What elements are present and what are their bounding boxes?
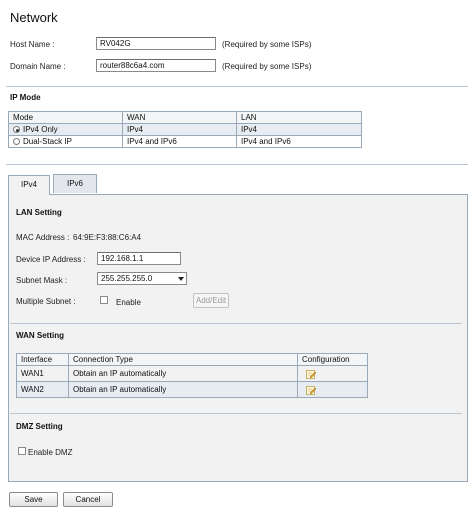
multiple-subnet-checkbox[interactable] bbox=[100, 296, 108, 304]
host-name-input[interactable]: RV042G bbox=[96, 37, 216, 50]
radio-ipv4-only[interactable] bbox=[13, 126, 20, 134]
multiple-subnet-label: Multiple Subnet : bbox=[16, 297, 76, 306]
connection-type-cell: Obtain an IP automatically bbox=[68, 365, 298, 382]
ip-mode-row-dual-stack[interactable]: Dual-Stack IP IPv4 and IPv6 IPv4 and IPv… bbox=[8, 135, 362, 148]
save-button[interactable]: Save bbox=[9, 492, 58, 507]
cancel-button[interactable]: Cancel bbox=[63, 492, 113, 507]
tab-ipv6[interactable]: IPv6 bbox=[53, 174, 97, 193]
mode-label: Dual-Stack IP bbox=[23, 137, 72, 146]
page-title: Network bbox=[10, 10, 58, 25]
wan-table: Interface Connection Type Configuration … bbox=[16, 353, 368, 398]
column-header-connection-type: Connection Type bbox=[68, 353, 298, 366]
radio-dual-stack[interactable] bbox=[13, 138, 20, 146]
mac-address-value: 64:9E:F3:88:C6:A4 bbox=[73, 233, 142, 242]
ip-mode-row-ipv4-only[interactable]: IPv4 Only IPv4 IPv4 bbox=[8, 123, 362, 136]
column-header-configuration: Configuration bbox=[297, 353, 368, 366]
mac-address-label: MAC Address : bbox=[16, 233, 70, 242]
interface-cell: WAN1 bbox=[16, 365, 69, 382]
configuration-cell[interactable] bbox=[297, 365, 368, 382]
dmz-setting-title: DMZ Setting bbox=[16, 422, 63, 431]
wan-header-row: Interface Connection Type Configuration bbox=[16, 353, 368, 366]
table-row: WAN1 Obtain an IP automatically bbox=[16, 365, 368, 382]
ip-mode-table: Mode WAN LAN IPv4 Only IPv4 IPv4 Dual-St… bbox=[8, 111, 362, 148]
edit-icon[interactable] bbox=[306, 385, 316, 395]
divider bbox=[6, 86, 468, 87]
enable-dmz-checkbox[interactable] bbox=[18, 447, 26, 455]
domain-name-hint: (Required by some ISPs) bbox=[222, 62, 312, 71]
add-edit-button[interactable]: Add/Edit bbox=[193, 293, 229, 308]
ip-mode-title: IP Mode bbox=[10, 93, 41, 102]
wan-cell: IPv4 bbox=[122, 123, 237, 136]
lan-setting-title: LAN Setting bbox=[16, 208, 62, 217]
domain-name-input[interactable]: router88c6a4.com bbox=[96, 59, 216, 72]
tab-ipv4[interactable]: IPv4 bbox=[8, 175, 50, 195]
column-header-mode: Mode bbox=[8, 111, 123, 124]
column-header-wan: WAN bbox=[122, 111, 237, 124]
wan-setting-title: WAN Setting bbox=[16, 331, 64, 340]
divider bbox=[10, 413, 462, 414]
enable-dmz-label: Enable DMZ bbox=[28, 448, 73, 457]
wan-cell: IPv4 and IPv6 bbox=[122, 135, 237, 148]
host-name-hint: (Required by some ISPs) bbox=[222, 40, 312, 49]
lan-cell: IPv4 and IPv6 bbox=[236, 135, 362, 148]
subnet-mask-value: 255.255.255.0 bbox=[101, 274, 153, 283]
mode-cell[interactable]: IPv4 Only bbox=[8, 123, 123, 136]
chevron-down-icon bbox=[178, 277, 184, 281]
host-name-label: Host Name : bbox=[10, 40, 55, 49]
interface-cell: WAN2 bbox=[16, 381, 69, 398]
table-row: WAN2 Obtain an IP automatically bbox=[16, 381, 368, 398]
multiple-subnet-enable-label: Enable bbox=[116, 298, 141, 307]
divider bbox=[10, 323, 462, 324]
device-ip-label: Device IP Address : bbox=[16, 255, 86, 264]
domain-name-label: Domain Name : bbox=[10, 62, 66, 71]
divider bbox=[6, 164, 468, 165]
subnet-mask-select[interactable]: 255.255.255.0 bbox=[97, 272, 187, 285]
column-header-lan: LAN bbox=[236, 111, 362, 124]
configuration-cell[interactable] bbox=[297, 381, 368, 398]
connection-type-cell: Obtain an IP automatically bbox=[68, 381, 298, 398]
mode-label: IPv4 Only bbox=[23, 125, 58, 134]
device-ip-input[interactable]: 192.168.1.1 bbox=[97, 252, 181, 265]
mode-cell[interactable]: Dual-Stack IP bbox=[8, 135, 123, 148]
column-header-interface: Interface bbox=[16, 353, 69, 366]
edit-icon[interactable] bbox=[306, 369, 316, 379]
lan-cell: IPv4 bbox=[236, 123, 362, 136]
subnet-mask-label: Subnet Mask : bbox=[16, 276, 68, 285]
ip-mode-header-row: Mode WAN LAN bbox=[8, 111, 362, 124]
